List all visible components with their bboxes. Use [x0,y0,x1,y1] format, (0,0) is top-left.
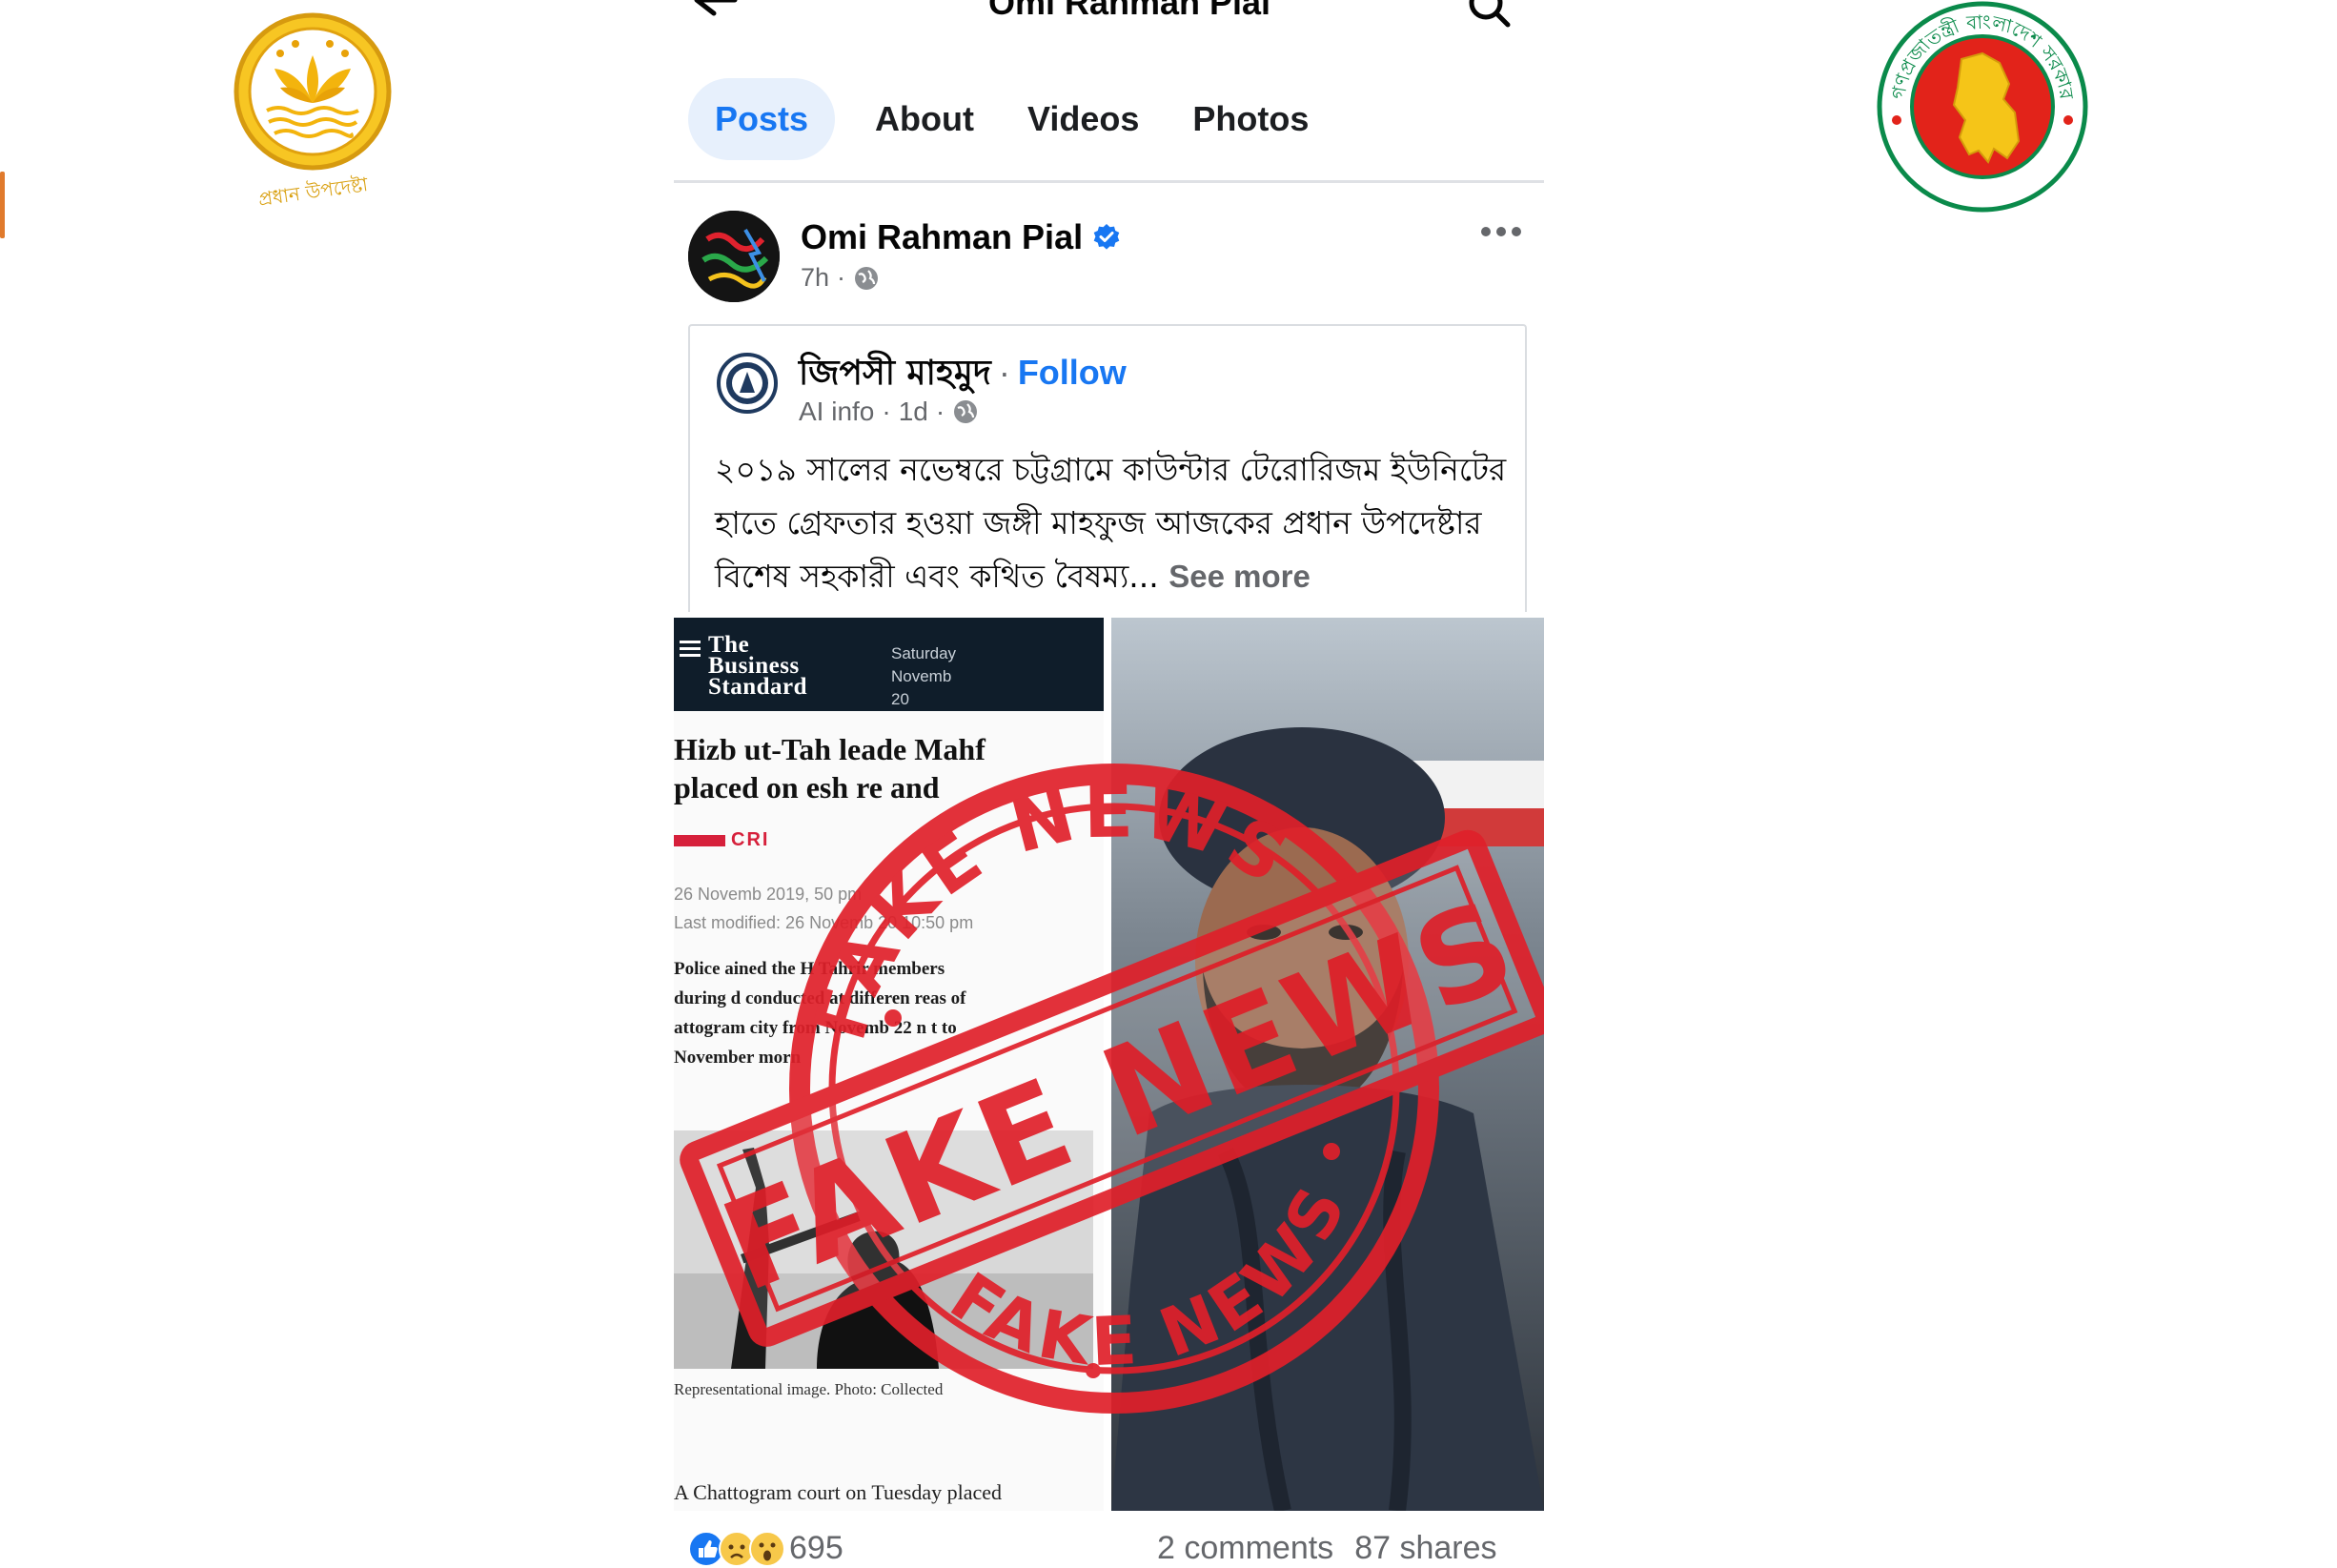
portrait-photo [1111,618,1544,1511]
divider [674,180,1544,183]
edge-mark [0,172,5,238]
ai-info-label[interactable]: AI info [799,397,874,427]
shared-author-name[interactable]: জিপসী মাহমুদ [799,347,991,404]
profile-tabs: Posts About Videos Photos [688,78,1335,160]
image-caption: Representational image. Photo: Collected [674,1380,944,1398]
menu-icon [680,641,701,657]
post-meta: 7h · [801,263,880,293]
government-seal: গণপ্রজাতন্ত্রী বাংলাদেশ সরকার [1876,0,2090,214]
emblem-left-text: প্রধান উপদেষ্টা [256,173,370,208]
wow-icon [749,1530,785,1567]
post-text: ২০১৯ সালের নভেম্বরে চট্টগ্রামে কাউন্টার … [715,443,1515,603]
author-name[interactable]: Omi Rahman Pial [801,217,1083,257]
tab-about[interactable]: About [848,78,1001,160]
reaction-icons [688,1530,785,1567]
section-bar [674,835,725,846]
globe-icon [954,400,978,423]
post-author: Omi Rahman Pial [801,217,1121,257]
news-screenshot: The Business Standard Saturday Novemb 20… [674,618,1104,1511]
tab-videos[interactable]: Videos [1001,78,1166,160]
post-time: 7h [801,263,830,292]
reactions-summary[interactable]: 695 [688,1530,843,1567]
reaction-count: 695 [789,1530,843,1566]
shared-author-avatar[interactable] [717,353,778,414]
news-photo [674,1130,1093,1369]
page-title: Omi Rahman Pial [987,0,1271,22]
news-lede: Police ained the H Tahrir members during… [674,959,966,1068]
shared-author-row: জিপসী মাহমুদ · Follow [799,347,1127,404]
see-more-link[interactable]: See more [1168,559,1311,594]
engagement-counts: 2 comments 87 shares [1157,1530,1497,1567]
shares-count[interactable]: 87 shares [1354,1530,1496,1567]
tab-posts[interactable]: Posts [688,78,836,160]
verified-badge-icon [1093,224,1120,250]
comments-count[interactable]: 2 comments [1157,1530,1333,1567]
news-headline: Hizb ut-Tah leade Mahf placed on esh re … [674,732,986,804]
news-body-line: A Chattogram court on Tuesday placed [674,1480,1003,1504]
collage-gap [1104,618,1111,1511]
tab-photos[interactable]: Photos [1166,78,1335,160]
back-arrow-icon[interactable] [691,0,739,19]
post-image[interactable]: The Business Standard Saturday Novemb 20… [674,618,1544,1511]
search-icon[interactable] [1466,0,1512,29]
shared-meta: AI info · 1d · [799,397,979,427]
news-dates: 26 Novemb 2019, 50 pm Last modified: 26 … [674,885,974,932]
separator: · [998,353,1010,392]
chief-adviser-emblem: প্রধান উপদেষ্টা [217,8,408,211]
more-options-icon[interactable] [1479,225,1523,238]
globe-icon [855,266,879,290]
post-body: ২০১৯ সালের নভেম্বরে চট্টগ্রামে কাউন্টার … [715,451,1507,595]
news-logo: The Business Standard [708,632,808,700]
author-avatar[interactable] [688,211,780,302]
news-date: Saturday Novemb 20 [891,644,957,708]
follow-button[interactable]: Follow [1018,353,1127,393]
news-header: The Business Standard Saturday Novemb 20 [674,618,1104,711]
section-tag: CRI [731,829,770,850]
shared-time: 1d [898,397,928,426]
